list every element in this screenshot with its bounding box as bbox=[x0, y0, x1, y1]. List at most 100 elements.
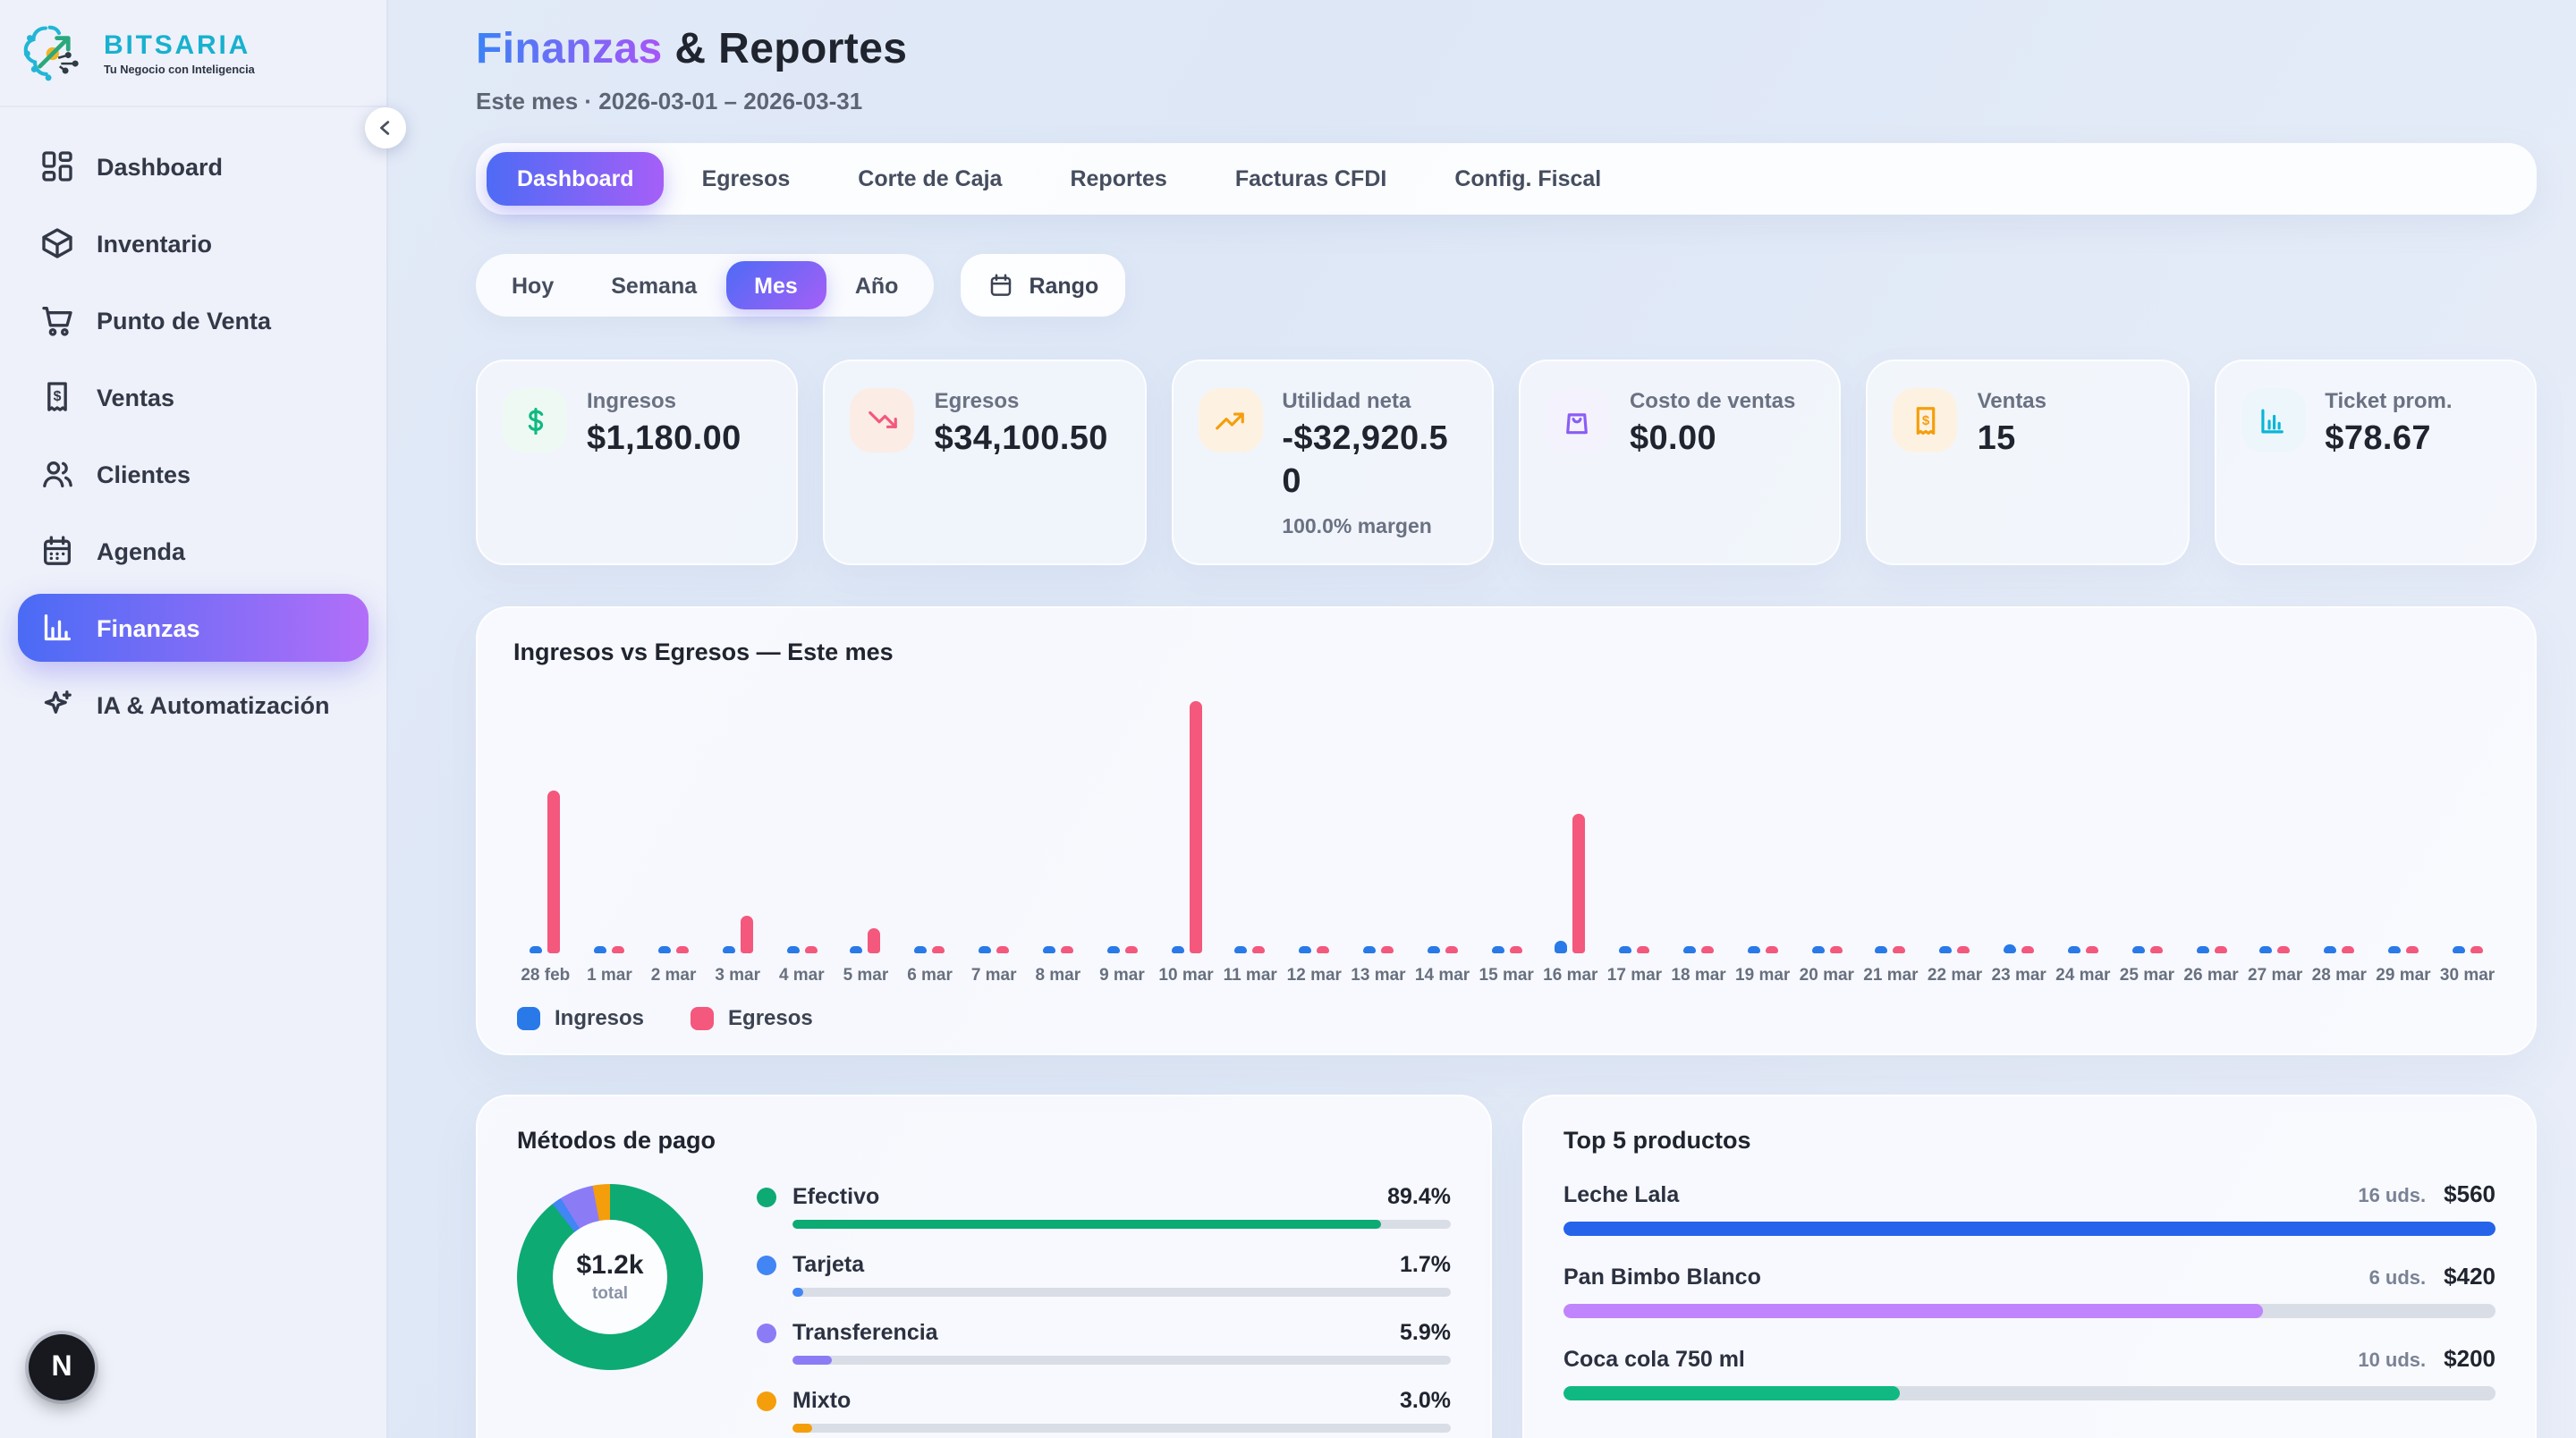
tab-egresos[interactable]: Egresos bbox=[672, 152, 821, 206]
range-picker-label: Rango bbox=[1029, 273, 1098, 298]
product-row-pan-bimbo-blanco: Pan Bimbo Blanco6 uds. $420 bbox=[1563, 1263, 2496, 1318]
bar-group-11-mar: 11 mar bbox=[1218, 676, 1283, 985]
payment-percent: 5.9% bbox=[1400, 1320, 1451, 1345]
range-picker-button[interactable]: Rango bbox=[961, 254, 1125, 317]
payment-percent: 1.7% bbox=[1400, 1252, 1451, 1277]
sidebar-item-ventas[interactable]: $Ventas bbox=[18, 363, 369, 431]
egresos-bar bbox=[1637, 945, 1649, 953]
ingresos-bar bbox=[2260, 945, 2273, 953]
bar-chart: 28 feb1 mar2 mar3 mar4 mar5 mar6 mar7 ma… bbox=[513, 676, 2499, 985]
tab-facturas-cfdi[interactable]: Facturas CFDI bbox=[1205, 152, 1418, 206]
sidebar-nav: Dashboard Inventario Punto de Venta $Ventas… bbox=[0, 132, 386, 739]
receipt-icon: $ bbox=[39, 379, 75, 415]
payment-bar-track bbox=[792, 1356, 1451, 1365]
sidebar-item-inventario[interactable]: Inventario bbox=[18, 209, 369, 277]
legend-item-ingresos[interactable]: Ingresos bbox=[517, 1005, 644, 1030]
chart-legend: Ingresos Egresos bbox=[513, 1005, 2499, 1030]
egresos-bar bbox=[1253, 945, 1266, 953]
kpi-text: Ingresos$1,180.00 bbox=[587, 388, 741, 461]
x-tick: 13 mar bbox=[1351, 966, 1405, 985]
product-amount: $560 bbox=[2444, 1180, 2496, 1207]
bar-group-20-mar: 20 mar bbox=[1795, 676, 1860, 985]
sidebar-item-finanzas[interactable]: Finanzas bbox=[18, 594, 369, 662]
dev-badge-letter: N bbox=[51, 1351, 72, 1383]
ingresos-bar bbox=[1811, 945, 1824, 953]
x-tick: 6 mar bbox=[907, 966, 953, 985]
bar-group-27-mar: 27 mar bbox=[2243, 676, 2308, 985]
kpi-card-ingresos: Ingresos$1,180.00 bbox=[476, 360, 799, 565]
bar-pair bbox=[2388, 676, 2419, 953]
bar-pair bbox=[1043, 676, 1073, 953]
sidebar-item-dashboard[interactable]: Dashboard bbox=[18, 132, 369, 200]
tab-corte-de-caja[interactable]: Corte de Caja bbox=[827, 152, 1032, 206]
egresos-bar bbox=[1381, 945, 1394, 953]
legend-swatch bbox=[691, 1006, 714, 1029]
legend-item-egresos[interactable]: Egresos bbox=[691, 1005, 813, 1030]
ingresos-bar bbox=[594, 945, 606, 953]
ingresos-bar bbox=[1299, 945, 1311, 953]
bar-group-28-feb: 28 feb bbox=[513, 676, 578, 985]
tab-dashboard[interactable]: Dashboard bbox=[487, 152, 665, 206]
egresos-bar bbox=[1509, 945, 1521, 953]
payment-label: Transferencia bbox=[792, 1320, 1384, 1345]
sidebar-item-label: Punto de Venta bbox=[97, 307, 271, 334]
egresos-bar bbox=[1317, 945, 1329, 953]
top-products-title: Top 5 productos bbox=[1563, 1127, 2496, 1154]
kpi-text: Egresos$34,100.50 bbox=[935, 388, 1108, 461]
legend-label: Egresos bbox=[728, 1005, 813, 1030]
egresos-bar bbox=[2149, 945, 2162, 953]
tab-bar: DashboardEgresosCorte de CajaReportesFac… bbox=[476, 143, 2537, 215]
product-name: Coca cola 750 ml bbox=[1563, 1347, 2358, 1372]
range-option-semana[interactable]: Semana bbox=[582, 261, 725, 309]
bar-group-18-mar: 18 mar bbox=[1666, 676, 1731, 985]
x-tick: 5 mar bbox=[843, 966, 889, 985]
ingresos-bar bbox=[530, 945, 543, 953]
bar-group-15-mar: 15 mar bbox=[1474, 676, 1538, 985]
x-tick: 3 mar bbox=[715, 966, 760, 985]
bar-pair bbox=[2131, 676, 2162, 953]
bar-group-3-mar: 3 mar bbox=[706, 676, 770, 985]
bar-pair bbox=[2324, 676, 2354, 953]
kpi-card-egresos: Egresos$34,100.50 bbox=[824, 360, 1147, 565]
tab-config-fiscal[interactable]: Config. Fiscal bbox=[1424, 152, 1631, 206]
x-tick: 24 mar bbox=[2055, 966, 2110, 985]
sidebar-item-label: IA & Automatización bbox=[97, 691, 330, 718]
sidebar-item-agenda[interactable]: Agenda bbox=[18, 517, 369, 585]
bar-group-8-mar: 8 mar bbox=[1026, 676, 1090, 985]
kpi-value: $34,100.50 bbox=[935, 419, 1108, 461]
kpi-label: Ingresos bbox=[587, 388, 741, 413]
tab-reportes[interactable]: Reportes bbox=[1039, 152, 1197, 206]
kpi-label: Ticket prom. bbox=[2325, 388, 2452, 413]
bar-pair bbox=[1811, 676, 1842, 953]
collapse-sidebar-button[interactable] bbox=[365, 107, 406, 148]
product-bar-fill bbox=[1563, 1386, 1899, 1400]
bar-group-29-mar: 29 mar bbox=[2371, 676, 2436, 985]
app-window: BITSARIA Tu Negocio con Inteligencia Das… bbox=[0, 0, 2576, 1438]
kpi-row: Ingresos$1,180.00Egresos$34,100.50Utilid… bbox=[476, 360, 2537, 565]
range-option-hoy[interactable]: Hoy bbox=[483, 261, 582, 309]
range-option-a-o[interactable]: Año bbox=[826, 261, 928, 309]
kpi-value: $0.00 bbox=[1630, 419, 1795, 461]
sidebar-item-clientes[interactable]: Clientes bbox=[18, 440, 369, 508]
product-name: Pan Bimbo Blanco bbox=[1563, 1265, 2369, 1290]
bar-pair bbox=[979, 676, 1009, 953]
product-amount: $420 bbox=[2444, 1263, 2496, 1290]
bar-pair bbox=[1491, 676, 1521, 953]
x-tick: 7 mar bbox=[971, 966, 1017, 985]
x-tick: 30 mar bbox=[2440, 966, 2495, 985]
range-option-mes[interactable]: Mes bbox=[725, 261, 826, 309]
ingresos-bar bbox=[1363, 945, 1376, 953]
trending-down-icon bbox=[851, 388, 915, 453]
product-units: 6 uds. bbox=[2369, 1268, 2427, 1290]
donut-hole: $1.2k total bbox=[553, 1220, 667, 1334]
dev-badge-avatar[interactable]: N bbox=[29, 1334, 95, 1400]
ingresos-bar bbox=[2068, 945, 2080, 953]
bar-pair bbox=[1428, 676, 1458, 953]
product-row-leche-lala: Leche Lala16 uds.$560 bbox=[1563, 1180, 2496, 1236]
payment-bar-fill bbox=[792, 1424, 812, 1433]
product-bar-fill bbox=[1563, 1304, 2263, 1318]
sidebar-item-punto-de-venta[interactable]: Punto de Venta bbox=[18, 286, 369, 354]
ingresos-bar bbox=[1748, 945, 1760, 953]
egresos-bar bbox=[1061, 945, 1073, 953]
sidebar-item-ia-automatizaci-n[interactable]: IA & Automatización bbox=[18, 671, 369, 739]
